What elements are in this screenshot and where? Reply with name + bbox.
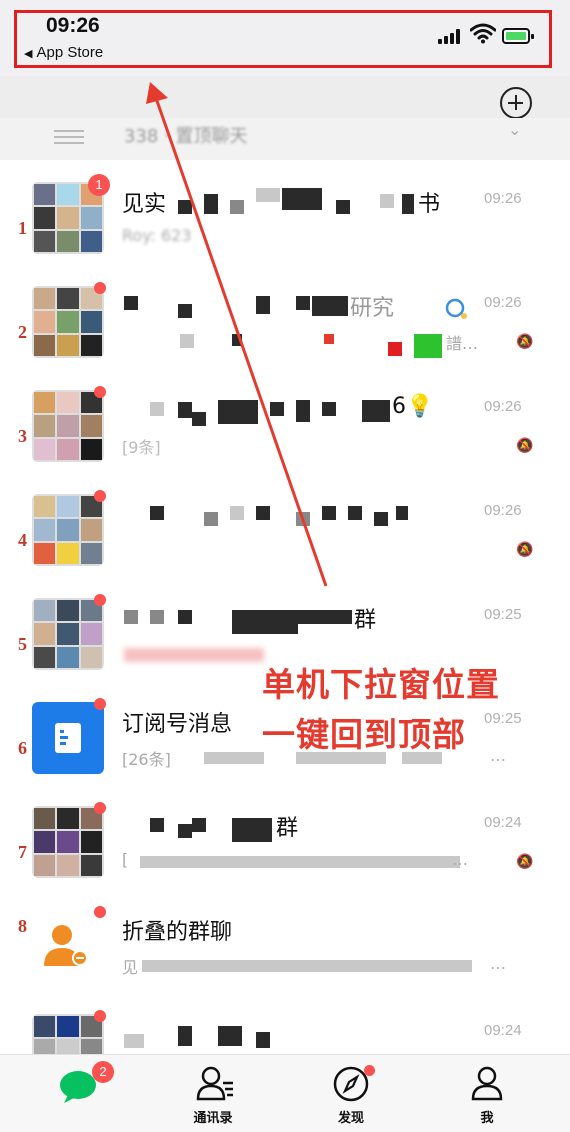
rank-number: 5 — [18, 634, 27, 654]
add-plus-button[interactable] — [500, 87, 532, 119]
chat-time: 09:26 — [484, 294, 522, 311]
rank-number: 2 — [18, 322, 27, 342]
chat-title-suffix: 6💡 — [392, 394, 434, 419]
rank-number: 1 — [18, 218, 27, 238]
list-icon — [54, 128, 84, 146]
unread-dot — [94, 698, 106, 710]
chat-time: 09:26 — [484, 398, 522, 415]
preview-ellipsis: … — [452, 850, 468, 869]
unread-dot — [94, 802, 106, 814]
unread-badge: 1 — [88, 174, 110, 196]
chat-time: 09:25 — [484, 606, 522, 623]
group-avatar — [32, 806, 104, 878]
status-bar: 09:26 ◀ App Store — [0, 0, 570, 76]
group-avatar — [32, 390, 104, 462]
chat-preview: [26条] — [122, 750, 171, 769]
preview-ellipsis: … — [490, 746, 506, 765]
chat-item[interactable]: 8 折叠的群聊 见 … — [0, 888, 570, 992]
chat-preview: [9条] — [122, 438, 161, 457]
unread-dot — [94, 386, 106, 398]
chat-preview: [ — [122, 850, 129, 869]
chat-time: 09:24 — [484, 1022, 522, 1039]
tab-unread-badge: 2 — [92, 1061, 114, 1083]
status-bar-highlight-box — [14, 10, 552, 68]
chat-title-suffix: 群 — [354, 608, 377, 633]
rank-number: 8 — [18, 916, 27, 936]
tab-discover[interactable]: 发现 — [296, 1055, 406, 1132]
unread-dot — [94, 594, 106, 606]
filter-text: 338 · 置顶聊天 — [124, 126, 248, 147]
group-avatar — [32, 286, 104, 358]
unread-dot — [94, 906, 106, 918]
chat-bubble-icon — [445, 298, 467, 319]
annotation-line-1: 单机下拉窗位置 — [262, 665, 500, 704]
unread-dot — [94, 1010, 106, 1022]
mute-bell-icon: 🔕 — [516, 438, 534, 454]
chat-item[interactable]: 2 研究 09:26 譜… 🔕 — [0, 264, 570, 368]
tab-me[interactable]: 我 — [432, 1055, 542, 1132]
chat-time: 09:24 — [484, 814, 522, 831]
chat-title: 折叠的群聊 — [122, 920, 233, 945]
preview-ellipsis: 譜… — [446, 334, 479, 353]
annotation-line-2: 一键回到顶部 — [262, 715, 466, 754]
tab-unread-dot — [364, 1065, 375, 1076]
tab-label: 通讯录 — [193, 1111, 233, 1126]
chat-time: 09:26 — [484, 502, 522, 519]
rank-number: 4 — [18, 530, 27, 550]
chat-title-suffix: 研究 — [350, 296, 395, 321]
chat-title: 见实 — [122, 192, 167, 217]
chat-title-suffix: 书 — [418, 192, 441, 217]
chat-item[interactable]: 7 群 09:24 [ … 🔕 — [0, 784, 570, 888]
mute-bell-icon: 🔕 — [516, 542, 534, 558]
group-avatar — [32, 494, 104, 566]
group-avatar — [32, 598, 104, 670]
tab-chats[interactable]: 2 — [30, 1055, 140, 1132]
rank-number: 3 — [18, 426, 27, 446]
mute-bell-icon: 🔕 — [516, 854, 534, 870]
preview-ellipsis: … — [490, 954, 506, 973]
pinned-chats-filter[interactable]: 338 · 置顶聊天 ⌄ — [0, 118, 570, 160]
rank-number: 7 — [18, 842, 27, 862]
chevron-down-icon: ⌄ — [508, 120, 522, 139]
chat-preview: 见 — [122, 958, 139, 977]
unread-dot — [94, 282, 106, 294]
tab-contacts[interactable]: 通讯录 — [158, 1055, 268, 1132]
chat-item[interactable]: 1 1 见实 书 09:26 Roy: 623 — [0, 160, 570, 264]
bottom-tab-bar: 2 通讯录 发现 我 — [0, 1054, 570, 1132]
subscription-avatar — [32, 702, 104, 774]
chat-time: 09:26 — [484, 190, 522, 207]
profile-icon — [471, 1066, 503, 1101]
unread-dot — [94, 490, 106, 502]
chat-title-suffix: 群 — [276, 816, 299, 841]
tab-label: 发现 — [337, 1111, 364, 1126]
rank-number: 6 — [18, 738, 27, 758]
chat-title: 订阅号消息 — [122, 712, 233, 737]
chat-preview: Roy: 623 — [122, 226, 192, 245]
chat-item[interactable]: 4 09:26 🔕 — [0, 472, 570, 576]
mute-bell-icon: 🔕 — [516, 334, 534, 350]
chat-item[interactable]: 3 6💡 09:26 [9条] 🔕 — [0, 368, 570, 472]
folded-group-icon — [44, 925, 88, 966]
document-icon — [55, 723, 81, 753]
chat-time: 09:25 — [484, 710, 522, 727]
tab-label: 我 — [480, 1111, 494, 1126]
contacts-icon — [196, 1066, 233, 1101]
